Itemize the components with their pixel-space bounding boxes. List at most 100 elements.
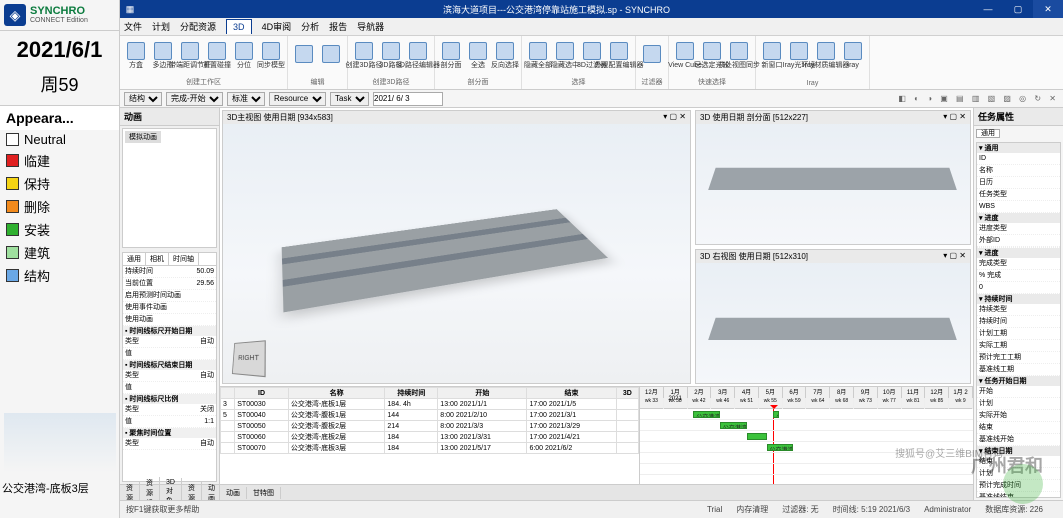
prop-section[interactable]: ▾ 通用 [977,143,1060,153]
legend-item[interactable]: 安装 [0,218,119,241]
prop-row[interactable]: 0 [977,282,1060,294]
prop-row[interactable]: 基准线开始 [977,434,1060,446]
table-header[interactable]: 结束 [527,388,616,399]
prop-row[interactable]: 实际开始 [977,410,1060,422]
view-controls-icon[interactable]: ▾ ▢ ✕ [943,112,966,123]
prop-row[interactable]: 任务类型 [977,189,1060,201]
ribbon-button[interactable]: 隐藏选中 [553,38,577,72]
ribbon-button[interactable]: Iray [841,38,865,72]
prop-row[interactable]: 类型自动 [123,370,216,382]
gantt-bar[interactable] [747,433,767,440]
ribbon-button[interactable]: 重置碰撞 [205,38,229,72]
minimize-button[interactable]: — [973,0,1003,18]
table-header[interactable]: 名称 [288,388,385,399]
ribbon-button[interactable] [292,38,316,72]
prop-section[interactable]: ▪ 时间线标尺结束日期 [123,360,216,370]
prop-row[interactable]: 持续类型 [977,304,1060,316]
anim-tab[interactable]: 通用 [123,253,146,265]
table-row[interactable]: ST00050公交港湾-腹板2层2148:00 2021/3/317:00 20… [221,421,639,432]
prop-row[interactable]: 类型自动 [123,438,216,450]
prop-row[interactable]: 日历 [977,177,1060,189]
ribbon-button[interactable]: View Cube [673,38,697,72]
legend-item[interactable]: 保持 [0,172,119,195]
prop-row[interactable]: 进度类型 [977,223,1060,235]
ribbon-button[interactable]: 共处视图同步 [727,38,751,72]
prop-row[interactable]: 名称 [977,165,1060,177]
close-button[interactable]: ✕ [1033,0,1063,18]
menu-item[interactable]: 计划 [152,20,170,33]
ribbon-button[interactable]: 反向选择 [493,38,517,72]
prop-row[interactable]: 预计完工工期 [977,352,1060,364]
prop-row[interactable]: 使用动画 [123,314,216,326]
gantt-chart[interactable]: 12月1月 20212月3月4月5月6月7月8月9月10月11月12月1月 2 … [640,387,973,484]
ribbon-button[interactable]: 3D路径编辑器 [406,38,430,72]
prop-row[interactable]: 完成类型 [977,258,1060,270]
prop-row[interactable]: 值 [123,382,216,394]
gantt-bar[interactable]: 公交港湾-腹板2层 [767,444,794,451]
prop-row[interactable]: 值1:1 [123,416,216,428]
menu-item[interactable]: 分配资源 [180,20,216,33]
menu-item[interactable]: 分析 [301,20,319,33]
animation-list[interactable]: 模拟动画 [122,128,217,248]
prop-section[interactable]: ▪ 时间线标尺比例 [123,394,216,404]
prop-row[interactable]: 基准线工期 [977,364,1060,376]
ribbon-button[interactable]: 同步模型 [259,38,283,72]
prop-section[interactable]: ▾ 进度 [977,248,1060,258]
toolbar-icons[interactable]: ◧ ◐ ◑ ▣ ▤ ▥ ▧ ▨ ◎ ↻ ✕ [898,94,1059,103]
legend-item[interactable]: 建筑 [0,241,119,264]
task-table[interactable]: ID名称持续时间开始结束3D3ST00030公交港湾-底板1层184. 4h13… [220,387,640,484]
ribbon-button[interactable]: 剖分面 [439,38,463,72]
table-row[interactable]: ST00060公交港湾-底板2层18413:00 2021/3/3117:00 … [221,432,639,443]
filter-relation[interactable]: 完成-开始 [166,92,223,106]
ribbon-button[interactable]: Iray材质编辑器 [814,38,838,72]
legend-item[interactable]: 结构 [0,264,119,287]
prop-row[interactable]: 实际工期 [977,340,1060,352]
task-props-tab[interactable]: 通用 [976,129,1000,138]
prop-row[interactable]: 当前位置29.56 [123,278,216,290]
prop-row[interactable]: 外部ID [977,235,1060,247]
ribbon-button[interactable]: 分位 [232,38,256,72]
prop-section[interactable]: ▾ 进度 [977,213,1060,223]
prop-section[interactable]: ▪ 聚焦时间位置 [123,428,216,438]
prop-row[interactable]: 值 [123,348,216,360]
menu-item[interactable]: 导航器 [357,20,384,33]
legend-item[interactable]: Neutral [0,130,119,149]
gantt-bar[interactable]: 公交港湾-腹板2层 [720,422,747,429]
ribbon-button[interactable]: 方盒 [124,38,148,72]
view-cube[interactable]: RIGHT [232,340,266,377]
table-header[interactable]: 3D [616,388,638,399]
prop-section[interactable]: ▾ 任务开始日期 [977,376,1060,386]
filter-standard[interactable]: 标准 [227,92,265,106]
filter-resource[interactable]: Resource [269,92,326,106]
ribbon-button[interactable]: 新窗口 [760,38,784,72]
prop-row[interactable]: 持续时间 [977,316,1060,328]
ribbon-button[interactable]: 创建3D路径 [352,38,376,72]
prop-row[interactable]: 开始 [977,386,1060,398]
prop-row[interactable]: 类型关闭 [123,404,216,416]
menu-item[interactable]: 3D [226,19,252,34]
anim-tab[interactable]: 相机 [146,253,169,265]
filter-structure[interactable]: 结构 [124,92,162,106]
menu-item[interactable]: 4D审阅 [262,20,292,33]
prop-row[interactable]: 计划 [977,398,1060,410]
tab[interactable]: 甘特图 [247,487,281,499]
menu-item[interactable]: 报告 [329,20,347,33]
ribbon-button[interactable]: 全选 [466,38,490,72]
prop-row[interactable]: 类型自动 [123,336,216,348]
legend-item[interactable]: 临建 [0,149,119,172]
prop-section[interactable]: ▾ 持续时间 [977,294,1060,304]
section-3d-view[interactable]: 3D 使用日期 剖分面 [512x227]▾ ▢ ✕ [695,110,971,245]
prop-section[interactable]: ▪ 时间线标尺开始日期 [123,326,216,336]
ribbon-button[interactable] [319,38,343,72]
prop-row[interactable]: 结束 [977,422,1060,434]
table-header[interactable]: ID [235,388,289,399]
prop-row[interactable]: % 完成 [977,270,1060,282]
prop-row[interactable]: 持续时间50.09 [123,266,216,278]
prop-row[interactable]: ID [977,153,1060,165]
filter-date[interactable] [373,92,443,106]
prop-row[interactable]: WBS [977,201,1060,213]
prop-row[interactable]: 启用预测时间动画 [123,290,216,302]
menu-item[interactable]: 文件 [124,20,142,33]
ribbon-button[interactable]: 隐藏全部 [526,38,550,72]
prop-row[interactable]: 计划工期 [977,328,1060,340]
